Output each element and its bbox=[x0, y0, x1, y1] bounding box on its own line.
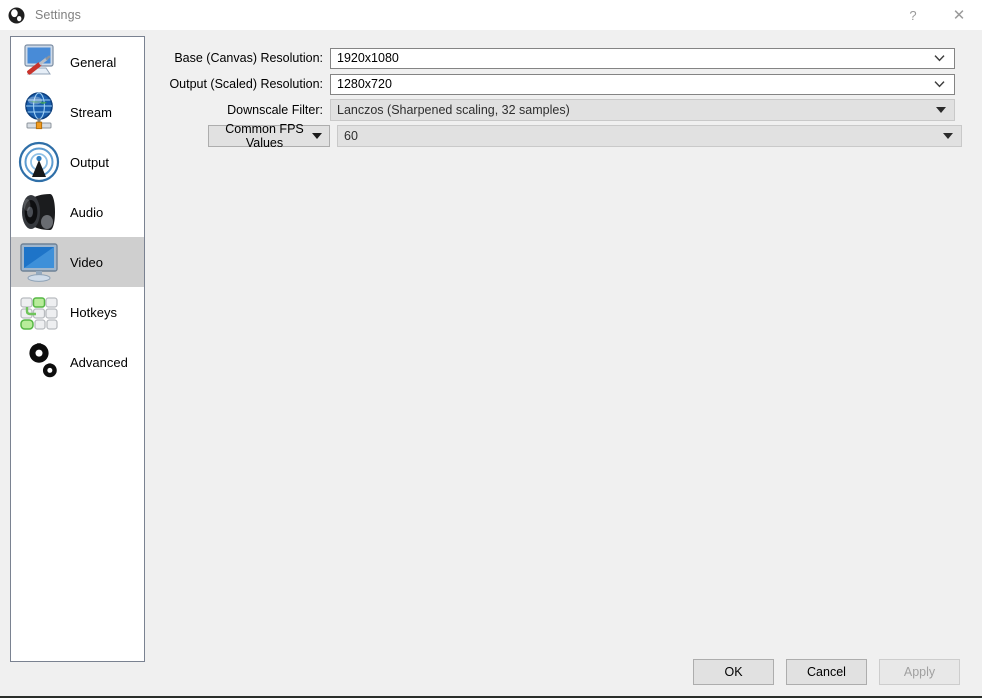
sidebar-item-audio[interactable]: Audio bbox=[11, 187, 144, 237]
dialog-body: General Stream Output Audio Video Hotkey… bbox=[0, 30, 982, 696]
window-controls: ? ✕ bbox=[890, 0, 982, 30]
sidebar-item-stream[interactable]: Stream bbox=[11, 87, 144, 137]
chevron-down-icon bbox=[934, 49, 945, 68]
fps-value: 60 bbox=[344, 129, 358, 143]
monitor-screwdriver-icon bbox=[14, 39, 64, 85]
output-resolution-row: Output (Scaled) Resolution: 1280x720 bbox=[160, 73, 965, 95]
chevron-down-icon bbox=[943, 126, 953, 146]
obs-logo-icon bbox=[8, 7, 25, 24]
chevron-down-icon bbox=[934, 75, 945, 94]
sidebar-item-hotkeys[interactable]: Hotkeys bbox=[11, 287, 144, 337]
downscale-filter-label: Downscale Filter: bbox=[227, 103, 323, 117]
sidebar-item-label: General bbox=[70, 54, 117, 70]
close-button[interactable]: ✕ bbox=[936, 0, 982, 30]
help-button[interactable]: ? bbox=[890, 0, 936, 30]
sidebar-item-advanced[interactable]: Advanced bbox=[11, 337, 144, 387]
downscale-filter-combobox[interactable]: Lanczos (Sharpened scaling, 32 samples) bbox=[330, 99, 955, 121]
sidebar-item-video[interactable]: Video bbox=[11, 237, 144, 287]
dialog-buttons: OK Cancel Apply bbox=[693, 659, 960, 685]
base-resolution-combobox[interactable]: 1920x1080 bbox=[330, 47, 955, 69]
apply-button: Apply bbox=[879, 659, 960, 685]
fps-value-combobox[interactable]: 60 bbox=[337, 125, 962, 147]
chevron-down-icon bbox=[312, 133, 322, 139]
base-resolution-row: Base (Canvas) Resolution: 1920x1080 bbox=[160, 47, 965, 69]
sidebar-item-label: Stream bbox=[70, 104, 112, 120]
sidebar-item-output[interactable]: Output bbox=[11, 137, 144, 187]
gears-icon bbox=[14, 339, 64, 385]
display-monitor-icon bbox=[14, 239, 64, 285]
cancel-button[interactable]: Cancel bbox=[786, 659, 867, 685]
downscale-filter-value: Lanczos (Sharpened scaling, 32 samples) bbox=[337, 103, 570, 117]
sidebar-item-label: Hotkeys bbox=[70, 304, 117, 320]
output-resolution-label: Output (Scaled) Resolution: bbox=[169, 77, 323, 91]
sidebar-item-label: Video bbox=[70, 254, 104, 270]
antenna-signal-icon bbox=[14, 139, 64, 185]
speaker-icon bbox=[14, 189, 64, 235]
output-resolution-combobox[interactable]: 1280x720 bbox=[330, 73, 955, 95]
sidebar-item-label: Audio bbox=[70, 204, 104, 220]
base-resolution-value: 1920x1080 bbox=[337, 51, 399, 65]
fps-type-dropdown[interactable]: Common FPS Values bbox=[208, 122, 330, 150]
sidebar-item-label: Advanced bbox=[70, 354, 128, 370]
title-bar: Settings ? ✕ bbox=[0, 0, 982, 30]
output-resolution-value: 1280x720 bbox=[337, 77, 392, 91]
fps-type-label: Common FPS Values bbox=[225, 122, 304, 150]
fps-row: Common FPS Values 60 bbox=[160, 122, 965, 150]
settings-category-list[interactable]: General Stream Output Audio Video Hotkey… bbox=[10, 36, 145, 662]
chevron-down-icon bbox=[936, 100, 946, 120]
window-title: Settings bbox=[35, 8, 81, 22]
sidebar-item-label: Output bbox=[70, 154, 110, 170]
video-settings-form: Base (Canvas) Resolution: 1920x1080 Outp… bbox=[160, 47, 965, 152]
sidebar-item-general[interactable]: General bbox=[11, 37, 144, 87]
downscale-filter-row: Downscale Filter: Lanczos (Sharpened sca… bbox=[160, 99, 965, 121]
globe-broadcast-icon bbox=[14, 89, 64, 135]
base-resolution-label: Base (Canvas) Resolution: bbox=[174, 51, 323, 65]
keyboard-keys-icon bbox=[14, 289, 64, 335]
ok-button[interactable]: OK bbox=[693, 659, 774, 685]
